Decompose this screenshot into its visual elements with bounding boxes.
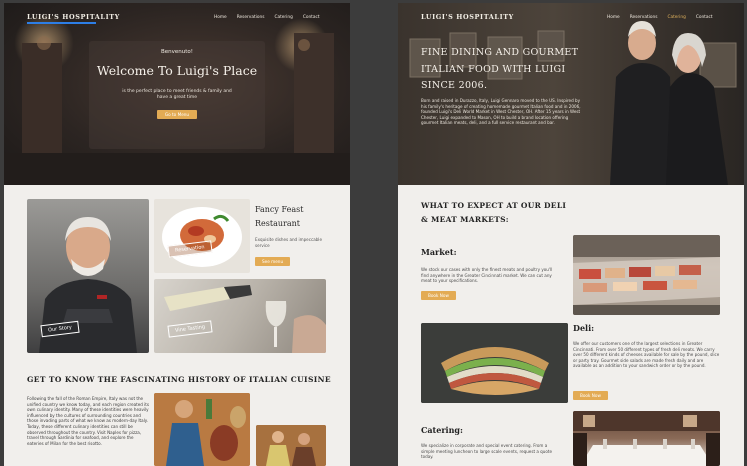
mosaic-illustration	[154, 393, 250, 466]
deli-text: We offer our customers one of the larges…	[573, 341, 720, 369]
chef-photo[interactable]: Our Story	[27, 199, 149, 353]
history-text: Following the fall of the Roman Empire, …	[27, 396, 150, 446]
hero-title: Welcome To Luigi's Place	[96, 63, 258, 78]
market-title: Market:	[421, 247, 457, 257]
catering-text: We specialize in corporate and special e…	[421, 443, 552, 460]
deli-content-section: WHAT TO EXPECT AT OUR DELI & MEAT MARKET…	[398, 185, 744, 466]
sandwich-illustration	[421, 323, 568, 403]
mural-photo	[256, 425, 326, 466]
main-nav: Home Reservations Catering Contact	[607, 15, 713, 20]
home-hero: LUIGI'S HOSPITALITY Home Reservations Ca…	[4, 3, 350, 185]
fancy-feast-title: Fancy Feast Restaurant	[255, 205, 304, 228]
wine-illustration	[164, 285, 326, 353]
see-menu-button[interactable]: See menu	[255, 257, 291, 266]
hero-title: FINE DINING AND GOURMET ITALIAN FOOD WIT…	[421, 47, 579, 91]
market-book-now-button[interactable]: Book Now	[421, 291, 456, 300]
hero-welcome-text: Benvenuto!	[161, 49, 193, 55]
go-to-menu-button[interactable]: Go to Menu	[156, 110, 198, 119]
logo[interactable]: LUIGI'S HOSPITALITY	[27, 13, 120, 21]
market-text: We stock our cases with only the finest …	[421, 267, 553, 284]
hero-subtitle: is the perfect place to meet friends & f…	[122, 89, 232, 100]
fancy-feast-text: Exquisite dishes and impeccable service	[255, 237, 322, 248]
deli-case-illustration	[573, 235, 720, 315]
nav-reservations[interactable]: Reservations	[630, 15, 658, 20]
nav-catering[interactable]: Catering	[274, 15, 292, 20]
nav-home[interactable]: Home	[607, 15, 620, 20]
home-page-screenshot: LUIGI'S HOSPITALITY Home Reservations Ca…	[4, 3, 350, 466]
home-content-section: Our Story Reservation Fancy Feast Restau…	[4, 185, 350, 466]
pasta-photo[interactable]: Reservation	[154, 199, 250, 273]
mosaic-photo	[154, 393, 250, 466]
hero-text: Born and raised in Durazzo, Italy, Luigi…	[421, 98, 581, 126]
deli-case-photo	[573, 235, 720, 315]
logo[interactable]: LUIGI'S HOSPITALITY	[421, 13, 514, 21]
sandwich-photo	[421, 323, 568, 403]
nav-contact[interactable]: Contact	[303, 15, 320, 20]
nav-home[interactable]: Home	[214, 15, 227, 20]
deli-book-now-button[interactable]: Book Now	[573, 391, 608, 400]
dining-room-illustration	[573, 411, 720, 466]
nav-contact[interactable]: Contact	[696, 15, 713, 20]
logo-underline	[27, 22, 96, 24]
catering-title: Catering:	[421, 425, 463, 435]
nav-catering[interactable]: Catering	[667, 15, 685, 20]
main-nav: Home Reservations Catering Contact	[214, 15, 320, 20]
deli-page-screenshot: LUIGI'S HOSPITALITY Home Reservations Ca…	[398, 3, 744, 466]
pasta-illustration	[162, 207, 242, 267]
deli-title: Deli:	[573, 323, 595, 333]
mural-illustration	[256, 425, 326, 466]
wine-photo[interactable]: Vine Tasting	[154, 279, 326, 353]
dining-room-photo	[573, 411, 720, 466]
hero-welcome-box: Benvenuto! Welcome To Luigi's Place is t…	[89, 41, 265, 149]
expect-title: WHAT TO EXPECT AT OUR DELI & MEAT MARKET…	[421, 201, 567, 224]
history-title: GET TO KNOW THE FASCINATING HISTORY OF I…	[27, 375, 332, 384]
deli-hero: LUIGI'S HOSPITALITY Home Reservations Ca…	[398, 3, 744, 185]
nav-reservations[interactable]: Reservations	[237, 15, 265, 20]
